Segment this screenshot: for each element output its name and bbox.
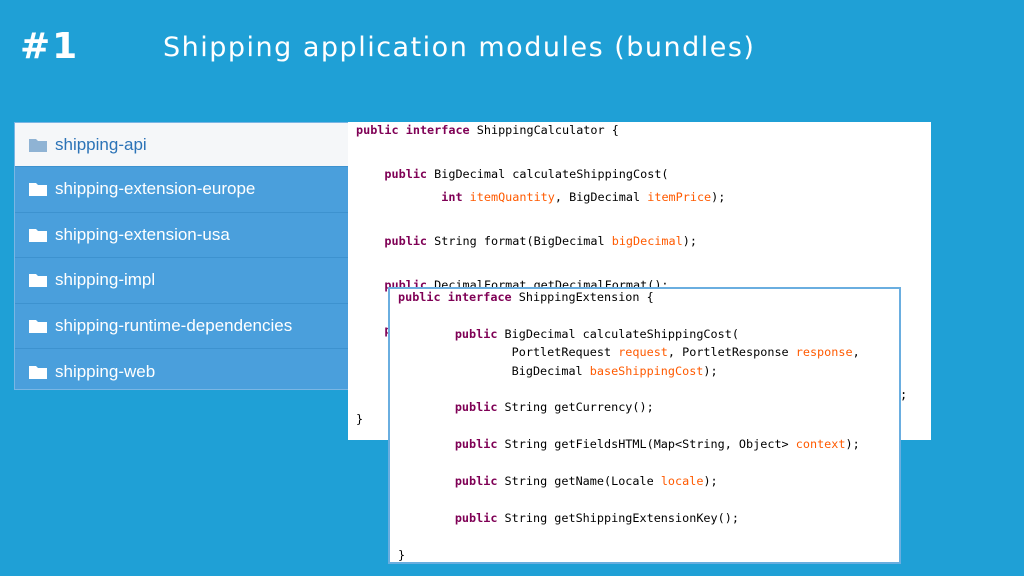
module-item-shipping-runtime-dependencies[interactable]: shipping-runtime-dependencies xyxy=(15,304,349,349)
slide-number: #1 xyxy=(20,26,80,67)
module-item-shipping-web[interactable]: shipping-web xyxy=(15,349,349,395)
module-item-label: shipping-extension-europe xyxy=(55,179,256,199)
module-item-shipping-extension-usa[interactable]: shipping-extension-usa xyxy=(15,213,349,258)
code-front-line: public interface ShippingExtension { xyxy=(398,290,654,304)
module-item-label: shipping-web xyxy=(55,361,156,381)
module-item-shipping-api[interactable]: shipping-api xyxy=(15,123,349,167)
folder-icon xyxy=(29,183,47,197)
code-front-line: public String getName(Locale locale); xyxy=(454,474,718,488)
folder-icon xyxy=(29,228,47,242)
code-panel-shipping-extension: public interface ShippingExtension { pub… xyxy=(388,287,901,564)
code-front-line: BigDecimal baseShippingCost); xyxy=(398,363,718,378)
folder-icon xyxy=(29,319,47,333)
code-back-line: public interface ShippingCalculator { xyxy=(356,123,619,137)
module-list: shipping-api shipping-extension-europe s… xyxy=(14,122,350,390)
module-item-shipping-extension-europe[interactable]: shipping-extension-europe xyxy=(15,167,349,213)
code-back-line: } xyxy=(356,411,364,426)
code-front-line: public String getCurrency(); xyxy=(454,400,654,415)
folder-icon xyxy=(29,138,47,152)
code-back-line: int itemQuantity, BigDecimal itemPrice); xyxy=(441,189,726,204)
module-item-label: shipping-api xyxy=(55,134,147,154)
code-back-line: public String format(BigDecimal bigDecim… xyxy=(384,234,697,248)
module-item-shipping-impl[interactable]: shipping-impl xyxy=(15,258,349,304)
code-front-line: } xyxy=(398,547,406,562)
code-front-line: public BigDecimal calculateShippingCost( xyxy=(454,326,739,341)
folder-icon xyxy=(29,365,47,379)
code-back-overflow: ; xyxy=(900,388,908,402)
slide-title: Shipping application modules (bundles) xyxy=(163,32,756,63)
folder-icon xyxy=(29,274,47,288)
code-front-line: public String getShippingExtensionKey(); xyxy=(454,510,739,525)
module-item-label: shipping-runtime-dependencies xyxy=(55,315,293,335)
module-item-label: shipping-impl xyxy=(55,270,156,290)
module-item-label: shipping-extension-usa xyxy=(55,224,230,244)
code-back-line: public BigDecimal calculateShippingCost( xyxy=(384,167,669,182)
code-front-line: PortletRequest request, PortletResponse … xyxy=(398,345,860,360)
code-front-line: public String getFieldsHTML(Map<String, … xyxy=(454,437,860,452)
